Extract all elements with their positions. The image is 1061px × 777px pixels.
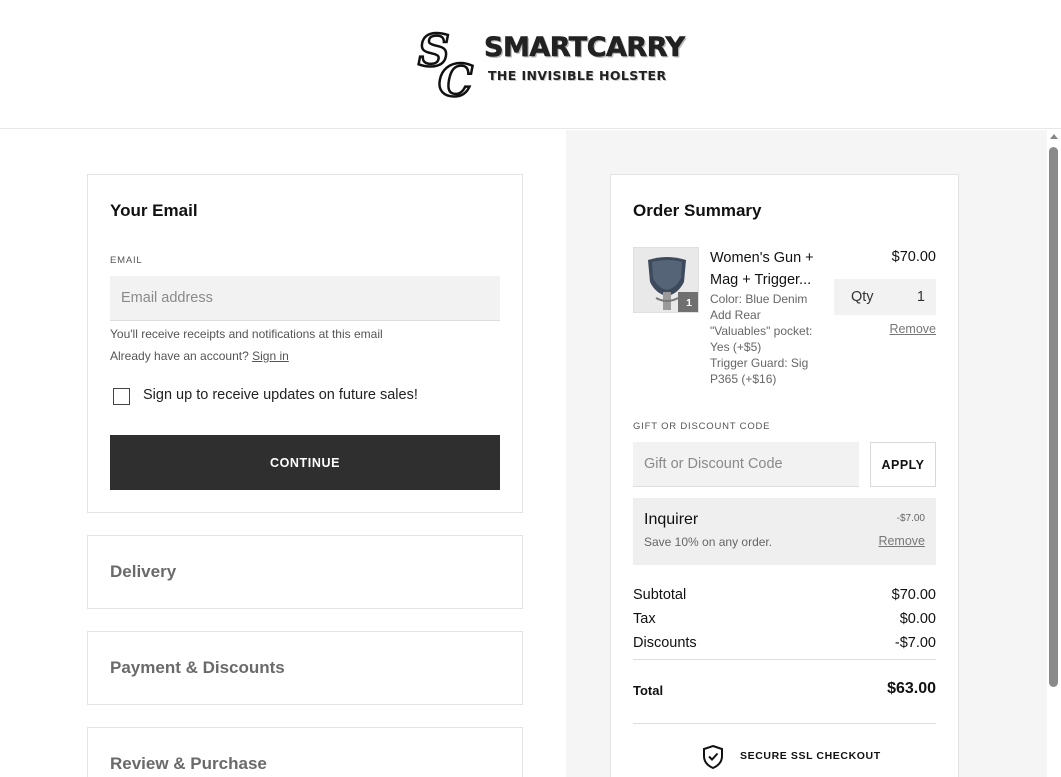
newsletter-checkbox[interactable] <box>113 388 130 405</box>
svg-text:C: C <box>438 56 473 102</box>
email-input[interactable] <box>110 276 500 321</box>
product-thumbnail: 1 <box>633 247 699 313</box>
email-helper-text: You'll receive receipts and notification… <box>110 327 383 341</box>
step-review[interactable]: Review & Purchase <box>87 727 523 777</box>
tax-row: Tax $0.00 <box>633 611 936 627</box>
discounts-row: Discounts -$7.00 <box>633 635 936 651</box>
totals-divider <box>633 659 936 660</box>
sc-monogram-icon: S C <box>417 25 475 102</box>
sign-in-prompt: Already have an account? Sign in <box>110 349 289 363</box>
product-option: Color: Blue Denim <box>710 292 808 306</box>
product-name: Women's Gun + Mag + Trigger... <box>710 250 814 288</box>
discounts-value: -$7.00 <box>894 635 936 651</box>
applied-discount: Inquirer Save 10% on any order. -$7.00 R… <box>633 498 936 565</box>
step-delivery-title: Delivery <box>110 562 177 581</box>
product-options: Color: Blue Denim Add Rear "Valuables" p… <box>710 291 822 387</box>
remove-item-link[interactable]: Remove <box>889 322 936 336</box>
scrollbar-thumb[interactable] <box>1049 147 1058 687</box>
newsletter-checkbox-label[interactable]: Sign up to receive updates on future sal… <box>143 387 418 403</box>
discount-code-input[interactable] <box>633 442 859 487</box>
discount-amount: -$7.00 <box>896 513 925 524</box>
product-option: Trigger Guard: Sig P365 (+$16) <box>710 356 809 386</box>
step-payment-title: Payment & Discounts <box>110 658 285 677</box>
discount-code-label: GIFT OR DISCOUNT CODE <box>633 421 771 432</box>
qty-value[interactable]: 1 <box>917 289 925 305</box>
total-value: $63.00 <box>887 680 936 697</box>
continue-button[interactable]: CONTINUE <box>110 435 500 490</box>
shield-check-icon <box>703 744 723 770</box>
remove-discount-link[interactable]: Remove <box>878 534 925 548</box>
subtotal-label: Subtotal <box>633 587 687 603</box>
step-delivery[interactable]: Delivery <box>87 535 523 609</box>
sign-in-link[interactable]: Sign in <box>252 349 289 363</box>
tax-label: Tax <box>633 611 656 627</box>
page-scrollbar[interactable] <box>1047 130 1061 777</box>
order-summary-card: Order Summary 1 Women's Gun + Mag + Trig… <box>610 174 959 777</box>
subtotal-value: $70.00 <box>891 587 936 603</box>
product-option: Add Rear "Valuables" pocket: Yes (+$5) <box>710 308 813 354</box>
product-price: $70.00 <box>891 249 936 265</box>
email-section-title: Your Email <box>110 201 198 220</box>
discount-name: Inquirer <box>644 511 699 528</box>
quantity-badge: 1 <box>678 292 698 312</box>
tax-value: $0.00 <box>899 611 936 627</box>
step-payment[interactable]: Payment & Discounts <box>87 631 523 705</box>
scroll-up-arrow-icon[interactable] <box>1050 134 1058 139</box>
account-prompt-text: Already have an account? <box>110 349 249 363</box>
qty-label: Qty <box>851 289 874 305</box>
step-review-title: Review & Purchase <box>110 754 267 773</box>
discount-description: Save 10% on any order. <box>644 535 773 549</box>
logo-tagline: THE INVISIBLE HOLSTER <box>488 68 667 83</box>
secure-checkout-label: SECURE SSL CHECKOUT <box>740 750 881 762</box>
logo-wordmark: SMARTCARRY <box>484 32 686 63</box>
subtotal-row: Subtotal $70.00 <box>633 587 936 603</box>
quantity-stepper[interactable]: Qty 1 <box>834 279 936 315</box>
secure-checkout-badge: SECURE SSL CHECKOUT <box>701 743 941 771</box>
apply-discount-button[interactable]: APPLY <box>870 442 936 487</box>
smartcarry-logo[interactable]: S C SMARTCARRY THE INVISIBLE HOLSTER <box>416 22 686 102</box>
ssl-divider <box>633 723 936 724</box>
email-card: Your Email EMAIL You'll receive receipts… <box>87 174 523 513</box>
email-field-label: EMAIL <box>110 255 143 266</box>
site-header: S C SMARTCARRY THE INVISIBLE HOLSTER <box>0 0 1061 129</box>
order-summary-title: Order Summary <box>633 201 762 220</box>
total-label: Total <box>633 683 664 698</box>
discounts-label: Discounts <box>633 635 697 651</box>
